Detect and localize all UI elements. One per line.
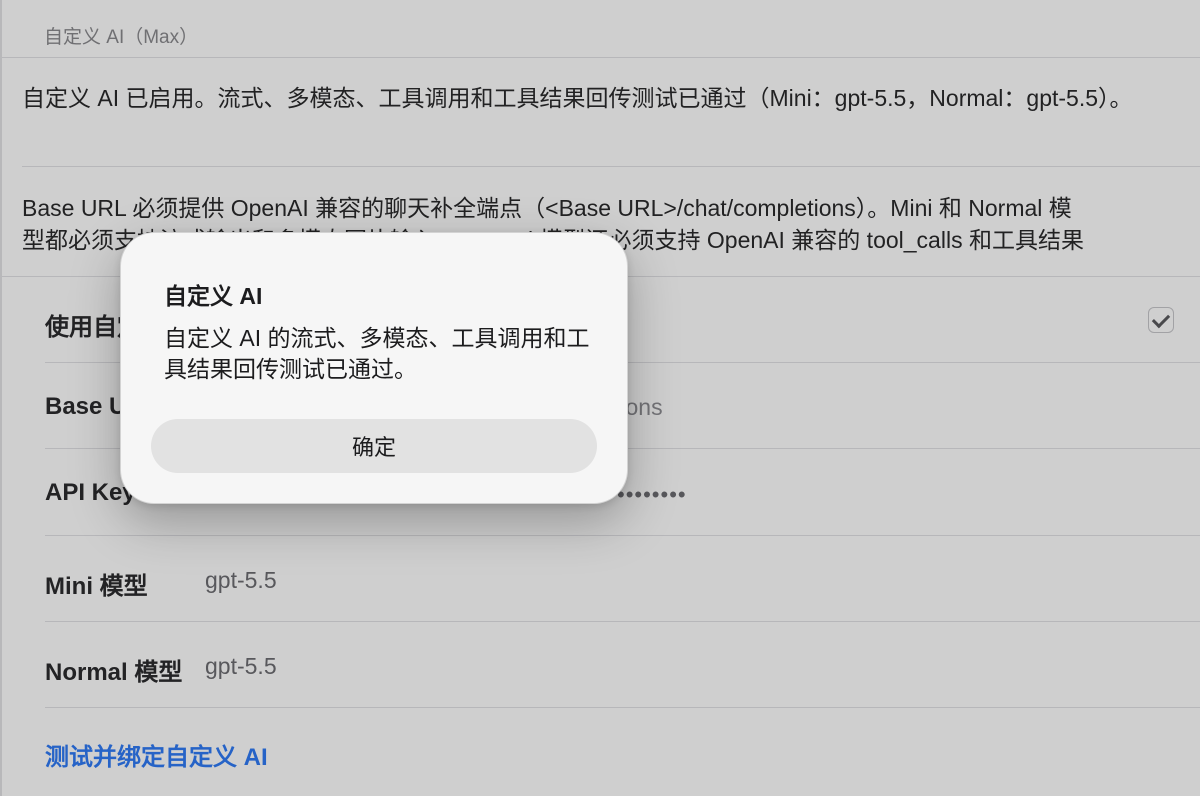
ok-button[interactable]: 确定 bbox=[151, 419, 597, 473]
alert-dialog: 自定义 AI 自定义 AI 的流式、多模态、工具调用和工具结果回传测试已通过。 … bbox=[120, 232, 628, 504]
dialog-message: 自定义 AI 的流式、多模态、工具调用和工具结果回传测试已通过。 bbox=[164, 325, 590, 382]
dialog-title: 自定义 AI bbox=[164, 283, 263, 309]
